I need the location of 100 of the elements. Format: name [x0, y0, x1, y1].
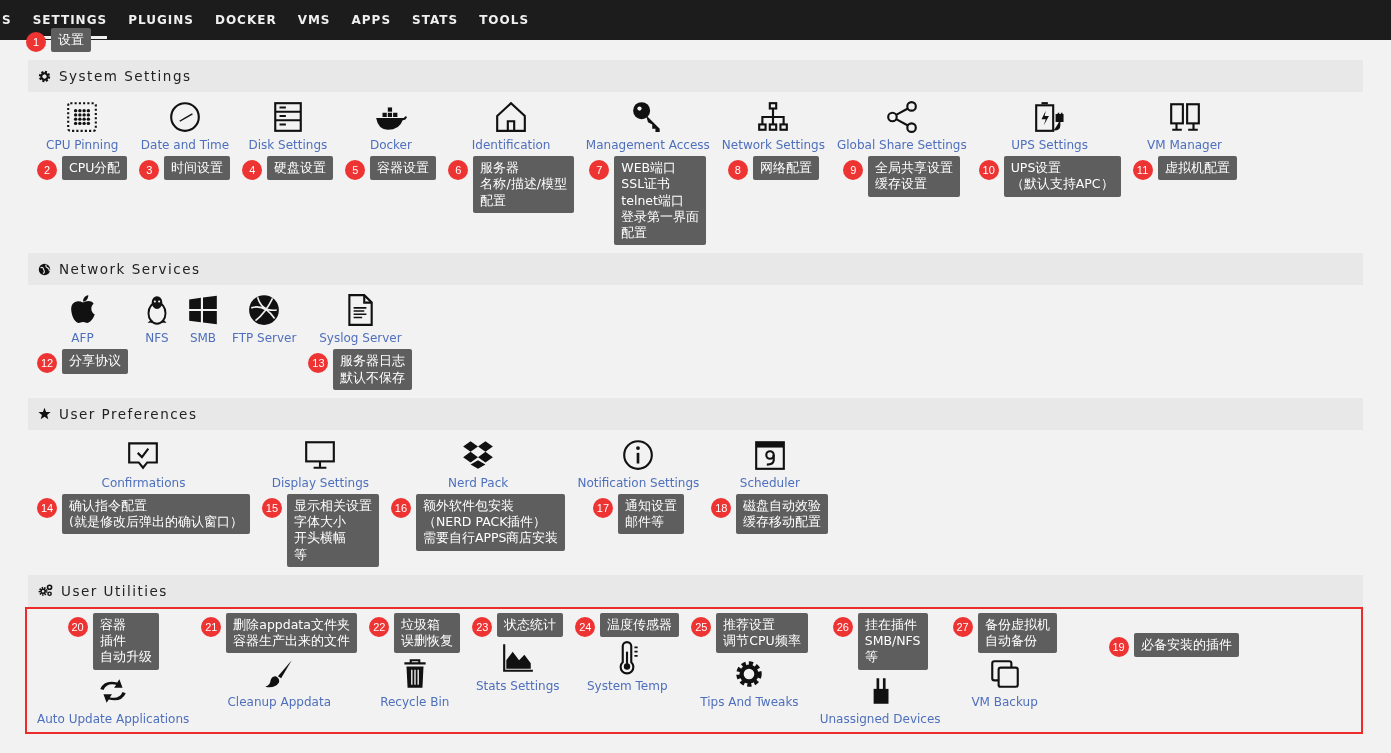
number-badge: 2	[37, 160, 57, 180]
number-badge: 15	[261, 497, 282, 518]
annotation-tooltip: 全局共享设置 缓存设置	[868, 156, 961, 197]
settings-link[interactable]: Notification Settings	[577, 475, 700, 490]
annotation-tooltip: 删除appdata文件夹 容器生产出来的文件	[226, 612, 358, 654]
annotation-tooltip: UPS设置 （默认支持APC）	[1003, 156, 1121, 197]
settings-link[interactable]: Tips And Tweaks	[700, 695, 799, 710]
annotation-tooltip: 硬盘设置	[267, 156, 334, 181]
annotation-tooltip: 设置	[51, 28, 91, 53]
section-title: User Preferences	[59, 405, 198, 422]
settings-link[interactable]: Nerd Pack	[448, 475, 509, 490]
nav-tab[interactable]: VMS	[297, 1, 331, 39]
number-badge: 11	[1132, 160, 1153, 180]
annotation-tooltip: 通知设置 邮件等	[617, 493, 684, 535]
annotation-tooltip: 磁盘自动效验 缓存移动配置	[736, 493, 829, 535]
globe-icon	[38, 262, 51, 276]
number-badge: 17	[592, 497, 613, 518]
number-badge: 7	[589, 160, 610, 180]
settings-link[interactable]: Management Access	[585, 138, 710, 152]
section-title: Network Services	[59, 261, 201, 278]
annotation-tooltip: 温度传感器	[600, 612, 680, 637]
number-badge: 24	[575, 616, 596, 637]
nav-tab[interactable]: APPS	[351, 1, 392, 39]
settings-link[interactable]: Network Settings	[721, 138, 825, 152]
settings-link[interactable]: Auto Update Applications	[37, 711, 190, 726]
number-badge: 25	[691, 616, 712, 637]
settings-link[interactable]: Global Share Settings	[836, 138, 967, 152]
annotation-tooltip: 状态统计	[497, 612, 564, 637]
annotation-tooltip: 挂在插件 SMB/NFS 等	[857, 612, 928, 670]
annotation-tooltip: 容器设置	[370, 156, 437, 181]
number-badge: 23	[472, 616, 493, 637]
annotation-tooltip: 容器 插件 自动升级	[92, 612, 159, 670]
nav-tab[interactable]: PLUGINS	[128, 1, 194, 39]
settings-link[interactable]: Stats Settings	[475, 679, 560, 693]
number-badge: 3	[139, 160, 160, 180]
settings-link[interactable]: FTP Server	[232, 331, 297, 346]
number-badge: 18	[711, 497, 732, 518]
settings-link[interactable]: System Temp	[586, 679, 668, 693]
number-badge: 27	[952, 616, 973, 637]
settings-link[interactable]: Syslog Server	[319, 331, 402, 346]
settings-icon	[38, 69, 51, 83]
annotation-tooltip: 显示相关设置 字体大小 开头横幅 等	[286, 493, 379, 567]
annotation-tooltip: 服务器日志 默认不保存	[333, 349, 413, 390]
annotation-tooltip: 时间设置	[164, 156, 231, 181]
number-badge: 16	[390, 497, 411, 518]
house-icon	[494, 100, 529, 134]
annotation-tooltip: 分享协议	[62, 349, 128, 374]
chip-icon	[65, 100, 100, 134]
nav-tab[interactable]: DOCKER	[214, 1, 277, 39]
settings-link[interactable]: AFP	[71, 331, 94, 346]
annotation-tooltip: 服务器 名称/描述/模型 配置	[473, 156, 574, 213]
number-badge: 21	[201, 616, 222, 637]
number-badge: 14	[37, 497, 57, 518]
clock-icon	[167, 100, 202, 134]
settings-link[interactable]: UPS Settings	[1011, 138, 1088, 152]
settings-link[interactable]: Display Settings	[271, 475, 369, 490]
section-title: System Settings	[59, 68, 192, 84]
settings-link[interactable]: Disk Settings	[248, 138, 328, 152]
number-badge: 9	[843, 160, 864, 180]
nav-tab[interactable]: S	[2, 1, 12, 39]
settings-link[interactable]: Scheduler	[739, 475, 800, 490]
settings-link[interactable]: CPU Pinning	[46, 138, 119, 152]
number-badge: 1	[26, 32, 46, 52]
monitors-icon	[1167, 100, 1202, 134]
number-badge: 13	[308, 353, 329, 374]
settings-link[interactable]: Cleanup Appdata	[227, 695, 332, 710]
number-badge: 20	[67, 616, 88, 637]
annotation-tooltip: 备份虚拟机 自动备份	[977, 612, 1057, 654]
annotation-tooltip: 网络配置	[752, 156, 819, 181]
gears-icon	[38, 584, 53, 598]
number-badge: 5	[345, 160, 366, 180]
nav-tab[interactable]: TOOLS	[479, 1, 530, 39]
settings-link[interactable]: Identification	[471, 138, 551, 152]
number-badge: 8	[727, 160, 748, 180]
settings-link[interactable]: VM Backup	[971, 695, 1038, 710]
number-badge: 10	[978, 160, 999, 180]
annotation-tooltip: 垃圾箱 误删恢复	[394, 612, 461, 654]
number-badge: 4	[242, 160, 263, 180]
settings-link[interactable]: NFS	[145, 331, 169, 346]
settings-link[interactable]: Docker	[369, 138, 412, 152]
settings-link[interactable]: Confirmations	[101, 475, 186, 490]
settings-link[interactable]: Recycle Bin	[380, 695, 450, 710]
annotation-tooltip: CPU分配	[62, 156, 128, 181]
number-badge: 26	[832, 616, 853, 637]
settings-link[interactable]: Date and Time	[140, 138, 230, 152]
annotation-tooltip: 额外软件包安装 （NERD PACK插件） 需要自行APPS商店安装	[415, 493, 566, 551]
network-icon	[756, 100, 791, 134]
annotation-tooltip: 确认指令配置 (就是修改后弹出的确认窗口）	[62, 493, 250, 535]
annotation-tooltip: WEB端口 SSL证书 telnet端口 登录第一界面 配置	[614, 156, 707, 246]
settings-link[interactable]: VM Manager	[1147, 138, 1223, 152]
settings-link[interactable]: Unassigned Devices	[819, 711, 941, 726]
annotation-tooltip: 推荐设置 调节CPU频率	[716, 612, 808, 654]
settings-link[interactable]: SMB	[189, 331, 217, 346]
globe-icon	[247, 293, 282, 328]
nav-tab[interactable]: STATS	[412, 1, 459, 39]
number-badge: 12	[37, 353, 57, 374]
number-badge: 6	[448, 160, 469, 180]
number-badge: 22	[369, 616, 390, 637]
number-badge: 19	[1108, 636, 1129, 657]
area-chart-icon	[500, 641, 535, 675]
